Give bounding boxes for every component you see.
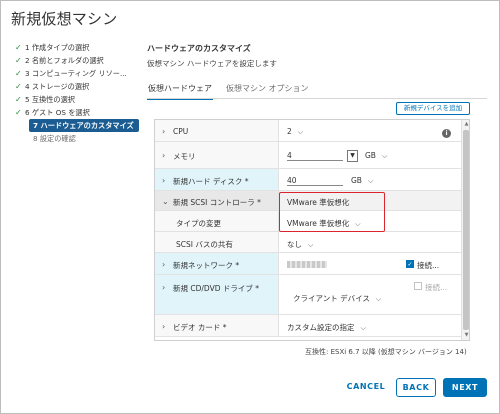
step-label: 6 ゲスト OS を選択 bbox=[25, 108, 90, 117]
network-name-redacted bbox=[287, 261, 327, 268]
step-label: 3 コンピューティング リソー... bbox=[25, 69, 127, 78]
chevron-right-icon[interactable]: › bbox=[162, 176, 165, 185]
step-8: 8 設定の確認 bbox=[15, 132, 139, 145]
cpu-count-select[interactable]: 2 bbox=[287, 127, 303, 137]
hw-label: CPU bbox=[173, 127, 189, 136]
compatibility-text: 互換性: ESXi 6.7 以降 (仮想マシン バージョン 14) bbox=[305, 348, 467, 356]
info-icon[interactable]: i bbox=[442, 129, 451, 138]
check-icon: ✓ bbox=[15, 43, 22, 52]
disk-unit-select[interactable]: GB bbox=[351, 176, 373, 186]
hw-row-cddvd: › 新規 CD/DVD ドライブ * クライアント デバイス 接続... bbox=[155, 275, 461, 315]
check-icon: ✓ bbox=[15, 82, 22, 91]
hw-label: メモリ bbox=[173, 152, 196, 161]
chevron-right-icon[interactable]: › bbox=[162, 151, 165, 160]
cancel-button[interactable]: CANCEL bbox=[341, 378, 391, 397]
scsi-bus-select[interactable]: なし bbox=[287, 239, 313, 250]
check-icon: ✓ bbox=[15, 108, 22, 117]
cddvd-connect-checkbox[interactable] bbox=[414, 282, 422, 290]
step-4[interactable]: ✓ 4 ストレージの選択 bbox=[15, 80, 139, 93]
check-icon: ✓ bbox=[15, 95, 22, 104]
section-subtitle: 仮想マシン ハードウェアを設定します bbox=[147, 59, 277, 68]
disk-size-input[interactable]: 40 bbox=[287, 176, 343, 186]
next-button[interactable]: NEXT bbox=[443, 378, 487, 397]
check-icon: ✓ bbox=[15, 69, 22, 78]
step-label: 7 ハードウェアのカスタマイズ bbox=[33, 121, 134, 130]
section-title: ハードウェアのカスタマイズ bbox=[147, 44, 251, 53]
step-label: 1 作成タイプの選択 bbox=[25, 43, 90, 52]
memory-size-input[interactable]: 4 bbox=[287, 151, 343, 161]
network-connect-checkbox[interactable]: ✓ bbox=[406, 260, 414, 268]
check-icon: ✓ bbox=[15, 56, 22, 65]
step-label: 4 ストレージの選択 bbox=[25, 82, 90, 91]
video-card-select[interactable]: カスタム設定の指定 bbox=[287, 322, 366, 333]
section-header: ハードウェアのカスタマイズ 仮想マシン ハードウェアを設定します bbox=[147, 43, 489, 69]
step-2[interactable]: ✓ 2 名前とフォルダの選択 bbox=[15, 54, 139, 67]
hw-label: SCSI バスの共有 bbox=[176, 240, 233, 249]
hw-label: 新規 SCSI コントローラ * bbox=[173, 198, 261, 207]
hw-row-disk: › 新規ハード ディスク * 40 GB bbox=[155, 169, 461, 191]
chevron-right-icon[interactable]: › bbox=[162, 283, 165, 292]
step-1[interactable]: ✓ 1 作成タイプの選択 bbox=[15, 41, 139, 54]
hw-row-video: › ビデオ カード * カスタム設定の指定 bbox=[155, 315, 461, 337]
chevron-down-icon[interactable]: ⌄ bbox=[162, 197, 169, 206]
memory-dropdown-button[interactable]: ▼ bbox=[347, 150, 358, 162]
step-label: 8 設定の確認 bbox=[33, 134, 76, 143]
memory-unit-select[interactable]: GB bbox=[365, 151, 387, 161]
hw-label: タイプの変更 bbox=[176, 219, 221, 228]
step-label: 2 名前とフォルダの選択 bbox=[25, 56, 104, 65]
hw-row-memory: › メモリ 4 ▼ GB bbox=[155, 142, 461, 169]
step-7[interactable]: 7 ハードウェアのカスタマイズ bbox=[29, 119, 139, 132]
step-5[interactable]: ✓ 5 互換性の選択 bbox=[15, 93, 139, 106]
scroll-down-icon[interactable]: ▼ bbox=[462, 331, 469, 340]
back-button[interactable]: BACK bbox=[396, 378, 436, 397]
grid-scrollbar[interactable]: ▲ ▼ bbox=[461, 120, 469, 340]
hw-label: 新規ネットワーク * bbox=[173, 261, 240, 270]
wizard-title: 新規仮想マシン bbox=[11, 10, 118, 28]
step-label: 5 互換性の選択 bbox=[25, 95, 75, 104]
tab-divider bbox=[147, 98, 487, 99]
cddvd-source-select[interactable]: クライアント デバイス bbox=[293, 293, 381, 304]
network-connect-label: 接続... bbox=[417, 261, 440, 270]
wizard-steps: ✓ 1 作成タイプの選択 ✓ 2 名前とフォルダの選択 ✓ 3 コンピューティング リ… bbox=[15, 41, 139, 145]
chevron-right-icon[interactable]: › bbox=[162, 127, 165, 136]
cddvd-connect-label: 接続... bbox=[425, 283, 448, 292]
scrollbar-thumb[interactable] bbox=[463, 130, 469, 330]
chevron-right-icon[interactable]: › bbox=[162, 322, 165, 331]
hw-row-scsi-bus: SCSI バスの共有 なし bbox=[155, 232, 461, 253]
add-device-button[interactable]: 新規デバイスを追加 bbox=[396, 102, 470, 115]
hw-row-cpu: › CPU 2 i bbox=[155, 120, 461, 142]
hw-label: ビデオ カード * bbox=[173, 323, 227, 332]
chevron-right-icon[interactable]: › bbox=[162, 260, 165, 269]
new-vm-wizard: 新規仮想マシン ✓ 1 作成タイプの選択 ✓ 2 名前とフォルダの選択 ✓ 3 コンピ… bbox=[0, 0, 500, 414]
hw-label: 新規ハード ディスク * bbox=[173, 177, 249, 186]
scroll-up-icon[interactable]: ▲ bbox=[462, 120, 469, 129]
hw-row-network: › 新規ネットワーク * ✓ 接続... bbox=[155, 253, 461, 275]
highlight-annotation-box bbox=[279, 192, 385, 232]
hw-label: 新規 CD/DVD ドライブ * bbox=[173, 284, 259, 293]
step-6[interactable]: ✓ 6 ゲスト OS を選択 bbox=[15, 106, 139, 119]
step-3[interactable]: ✓ 3 コンピューティング リソー... bbox=[15, 67, 139, 80]
